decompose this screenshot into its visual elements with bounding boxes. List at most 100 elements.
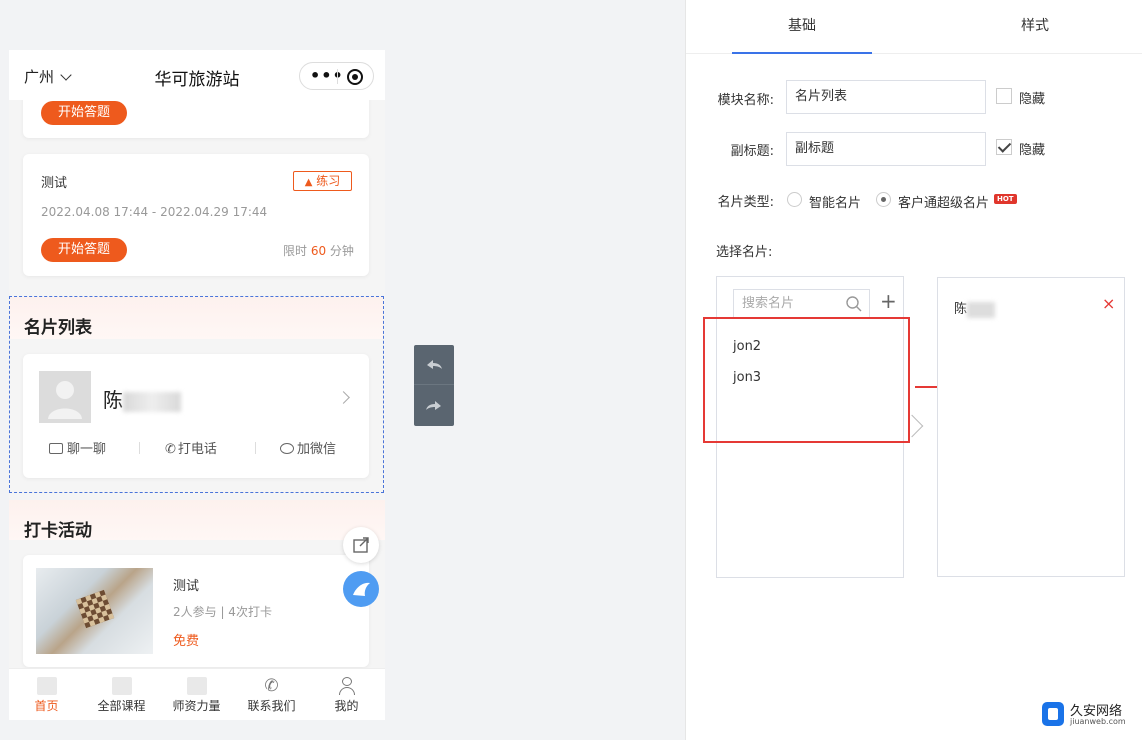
undo-button[interactable] <box>414 345 454 385</box>
hot-badge: HOT <box>994 194 1017 204</box>
smart-card-radio[interactable] <box>787 192 802 207</box>
close-circle-icon[interactable] <box>347 69 363 85</box>
mini-program-capsule[interactable]: ••• <box>299 62 374 90</box>
limit-value: 60 <box>310 244 327 258</box>
checkin-image <box>36 568 153 654</box>
card-search-input[interactable]: 搜索名片 <box>733 289 870 319</box>
module-name-input[interactable]: 名片列表 <box>786 80 986 114</box>
tab-basic[interactable]: 基础 <box>732 0 872 54</box>
card-holder-name: 陈 <box>103 384 181 413</box>
courses-icon <box>111 677 132 695</box>
watermark-logo-icon <box>1042 702 1064 726</box>
card-holder-name-text: 陈 <box>103 388 123 412</box>
avatar <box>39 371 91 423</box>
card-type-label: 名片类型: <box>717 195 774 210</box>
name-blur <box>123 391 181 412</box>
checkin-item-title: 测试 <box>173 579 200 594</box>
tab-home-label: 首页 <box>34 699 59 713</box>
checkin-item-meta: 2人参与 | 4次打卡 <box>173 605 272 619</box>
quiz-time-limit: 限时 60 分钟 <box>283 242 354 259</box>
hide-label: 隐藏 <box>1019 143 1046 158</box>
selected-card-item[interactable]: 陈 <box>954 298 996 318</box>
card-list-title: 名片列表 <box>10 297 383 339</box>
tab-style[interactable]: 样式 <box>965 0 1105 54</box>
practice-badge-label: 练习 <box>316 174 341 188</box>
add-card-icon[interactable]: + <box>880 291 897 311</box>
super-card-label: 客户通超级名片 <box>898 196 990 211</box>
customer-service-button[interactable] <box>343 571 379 607</box>
super-card-radio[interactable] <box>876 192 891 207</box>
teachers-icon <box>186 677 207 695</box>
redo-button[interactable] <box>414 386 454 426</box>
home-icon <box>36 677 57 695</box>
search-icon[interactable] <box>845 295 863 313</box>
panel-tabs: 基础 样式 <box>686 0 1142 54</box>
wechat-action[interactable]: 加微信 <box>280 438 336 457</box>
more-icon[interactable]: ••• <box>310 66 344 85</box>
cone-icon: ▲ <box>304 177 313 188</box>
tab-teachers-label: 师资力量 <box>172 699 221 713</box>
chessboard <box>75 589 115 629</box>
tab-contact[interactable]: ✆ 联系我们 <box>234 669 309 720</box>
quiz-card: 测试 ▲ 练习 2022.04.08 17:44 - 2022.04.29 17… <box>23 154 369 276</box>
wechat-label: 加微信 <box>297 442 337 457</box>
quiz-date-range: 2022.04.08 17:44 - 2022.04.29 17:44 <box>41 205 268 219</box>
chat-icon <box>49 443 63 454</box>
remove-card-icon[interactable]: × <box>1102 294 1115 313</box>
subtitle-input[interactable]: 副标题 <box>786 132 986 166</box>
call-action[interactable]: ✆ 打电话 <box>165 438 217 457</box>
person-icon <box>48 381 82 419</box>
watermark-en: jiuanweb.com <box>1070 717 1126 726</box>
tab-teachers[interactable]: 师资力量 <box>159 669 234 720</box>
limit-suffix: 分钟 <box>326 244 354 258</box>
module-name-label: 模块名称: <box>717 93 774 108</box>
capsule-divider <box>337 69 338 84</box>
quiz-title: 测试 <box>41 176 68 191</box>
tab-courses-label: 全部课程 <box>97 699 146 713</box>
checkin-item-price: 免费 <box>173 634 200 649</box>
checkin-title: 打卡活动 <box>9 500 385 541</box>
tab-mine[interactable]: 我的 <box>309 669 384 720</box>
card-list-module[interactable]: 名片列表 陈 聊一聊 ✆ 打电话 加微信 <box>9 296 384 493</box>
tab-mine-label: 我的 <box>334 699 359 713</box>
search-placeholder: 搜索名片 <box>742 296 795 311</box>
redo-icon <box>426 401 441 410</box>
hide-subtitle-checkbox[interactable] <box>996 139 1012 155</box>
smart-card-label: 智能名片 <box>809 196 862 211</box>
bottom-tabbar: 首页 全部课程 师资力量 ✆ 联系我们 我的 <box>9 668 385 720</box>
start-quiz-button[interactable]: 开始答题 <box>41 101 127 125</box>
action-divider <box>139 442 140 454</box>
hide-label: 隐藏 <box>1019 92 1046 107</box>
name-blur <box>967 301 996 318</box>
chevron-right-icon[interactable] <box>337 391 350 404</box>
undo-redo-toolbar <box>414 345 454 426</box>
call-label: 打电话 <box>177 442 217 457</box>
chat-label: 聊一聊 <box>67 442 107 457</box>
watermark: 久安网络 jiuanweb.com <box>1042 700 1140 730</box>
start-quiz-button[interactable]: 开始答题 <box>41 238 127 262</box>
business-card[interactable]: 陈 聊一聊 ✆ 打电话 加微信 <box>23 354 369 478</box>
subtitle-label: 副标题: <box>730 144 774 159</box>
wechat-icon <box>280 443 294 454</box>
wing-icon <box>353 582 370 596</box>
user-icon <box>337 677 357 695</box>
tab-courses[interactable]: 全部课程 <box>84 669 159 720</box>
hide-module-name-checkbox[interactable] <box>996 88 1012 104</box>
action-divider <box>255 442 256 454</box>
limit-prefix: 限时 <box>283 244 311 258</box>
share-button[interactable] <box>343 527 379 563</box>
phone-call-icon: ✆ <box>264 676 279 696</box>
selected-card-name: 陈 <box>954 302 968 317</box>
share-icon <box>353 537 369 553</box>
practice-badge: ▲ 练习 <box>293 171 352 191</box>
phone-header: 广州 华可旅游站 ••• <box>9 50 385 100</box>
tab-contact-label: 联系我们 <box>247 699 296 713</box>
phone-icon: ✆ <box>165 442 176 457</box>
chat-action[interactable]: 聊一聊 <box>49 438 106 457</box>
undo-icon <box>427 360 442 369</box>
tab-home[interactable]: 首页 <box>9 669 84 720</box>
select-card-label: 选择名片: <box>716 245 773 260</box>
highlight-box <box>703 317 910 443</box>
checkin-card[interactable]: 测试 2人参与 | 4次打卡 免费 <box>23 555 369 667</box>
settings-panel: 基础 样式 模块名称: 名片列表 隐藏 副标题: 副标题 隐藏 名片类型: 智能… <box>685 0 1142 740</box>
